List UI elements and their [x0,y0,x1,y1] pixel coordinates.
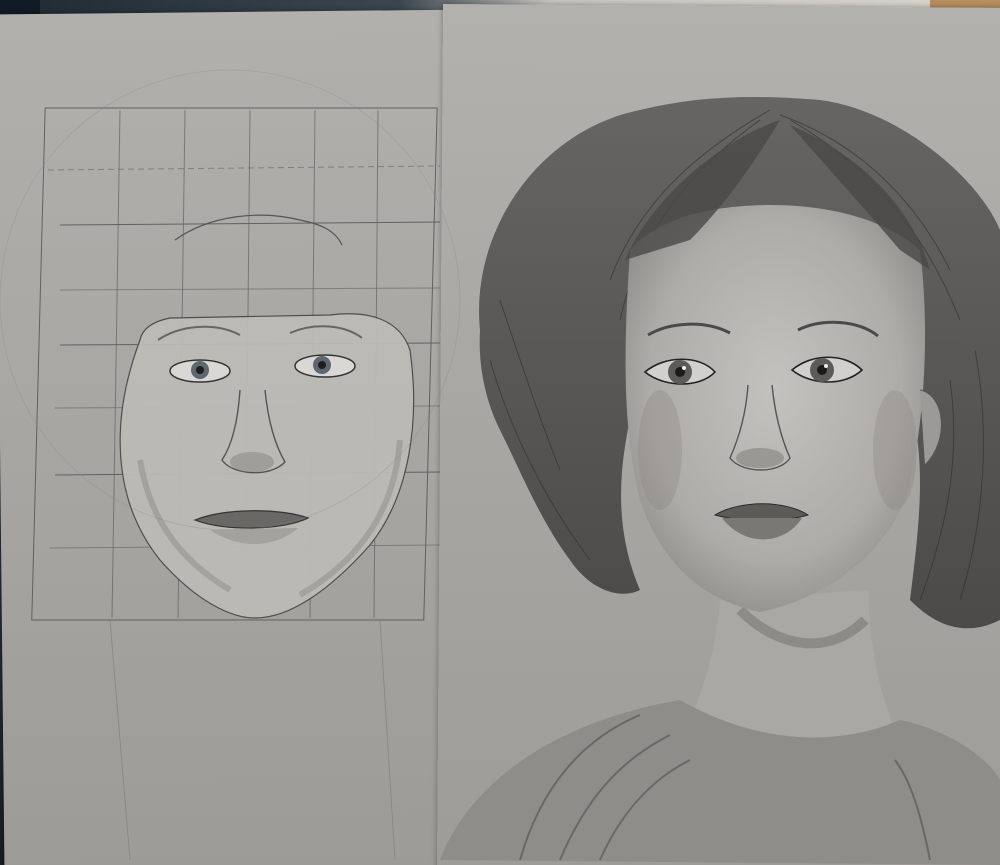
right-portrait-drawing [440,97,1000,865]
garment [440,700,1000,865]
photo-scene [0,0,1000,865]
